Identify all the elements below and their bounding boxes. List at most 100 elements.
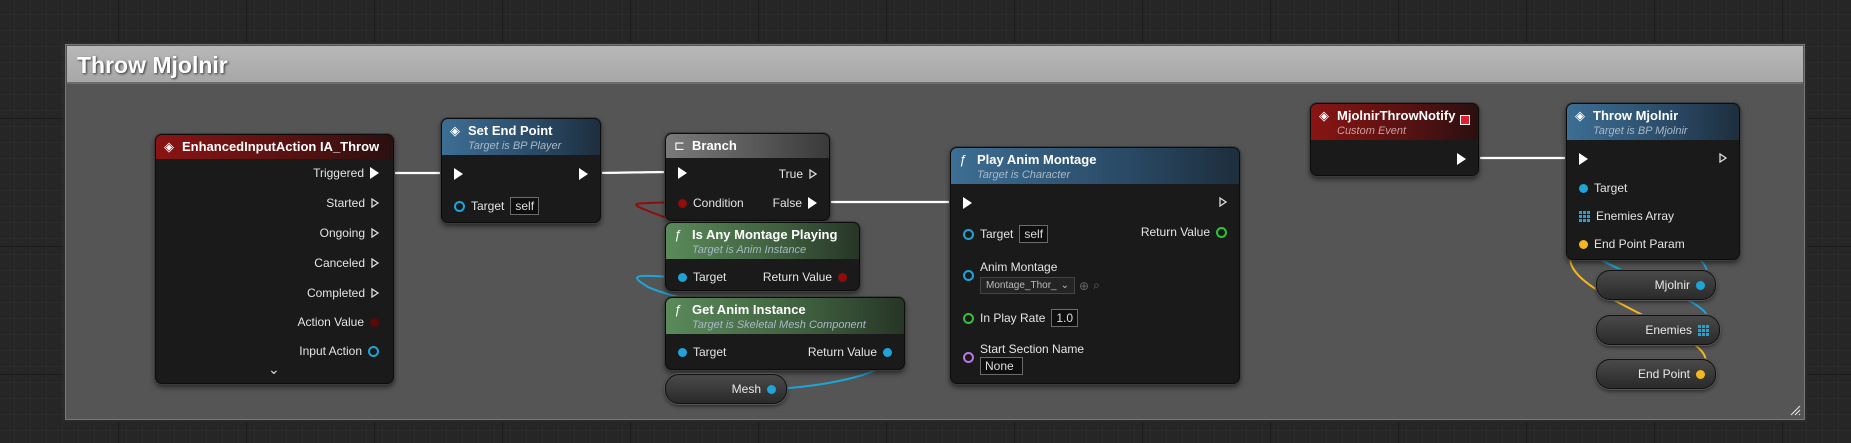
node-enhanced-input-action[interactable]: ◈ EnhancedInputAction IA_Throw Triggered… (155, 134, 394, 384)
exec-out-pin[interactable] (1219, 197, 1227, 207)
pin-return-value[interactable]: Return Value (1141, 225, 1227, 239)
pin-completed[interactable]: Completed (307, 286, 379, 300)
variable-enemies[interactable]: Enemies (1596, 315, 1720, 345)
object-pin-icon[interactable] (963, 270, 974, 281)
exec-pin-icon[interactable] (1219, 197, 1227, 207)
pin-label: Action Value (297, 315, 365, 329)
variable-end-point[interactable]: End Point (1596, 359, 1716, 389)
play-rate-field[interactable]: 1.0 (1051, 309, 1079, 327)
exec-pin-icon[interactable] (1579, 153, 1588, 165)
array-pin-icon[interactable] (1698, 324, 1709, 336)
function-icon: ◈ (450, 123, 460, 138)
use-selected-icon[interactable]: ⊕ (1079, 279, 1089, 293)
resize-handle-icon[interactable] (1789, 404, 1801, 416)
pin-label: End Point Param (1594, 237, 1685, 251)
pin-end-point-param[interactable]: End Point Param (1579, 237, 1685, 251)
object-pin-icon[interactable] (883, 347, 892, 357)
pin-anim-montage[interactable]: Anim Montage Montage_Thor_ ⌄ ⊕ ⌕ (963, 260, 1100, 294)
object-pin-icon[interactable] (963, 228, 974, 240)
delegate-pin-icon[interactable] (1460, 115, 1470, 125)
exec-pin-icon[interactable] (371, 258, 379, 268)
comment-header[interactable]: Throw Mjolnir (67, 46, 1803, 84)
exec-pin-icon[interactable] (678, 167, 687, 179)
struct-pin-icon[interactable] (1579, 239, 1588, 249)
exec-out-pin[interactable] (579, 168, 588, 180)
exec-out-pin[interactable] (1719, 153, 1727, 163)
target-value-field[interactable]: self (1019, 225, 1049, 243)
pin-label: Target (980, 227, 1014, 241)
node-mjolnir-throw-notify[interactable]: ◈ MjolnirThrowNotify Custom Event (1310, 103, 1479, 176)
variable-mjolnir[interactable]: Mjolnir (1596, 270, 1716, 300)
node-get-anim-instance[interactable]: ƒ Get Anim Instance Target is Skeletal M… (665, 297, 905, 370)
float-pin-icon[interactable] (963, 312, 974, 324)
pin-ongoing[interactable]: Ongoing (320, 226, 379, 240)
pin-return-value[interactable]: Return Value (763, 270, 847, 284)
expand-chevron-icon[interactable]: ⌄ (268, 361, 280, 378)
object-pin-icon[interactable] (1696, 280, 1705, 290)
exec-pin-icon[interactable] (371, 288, 379, 298)
pin-label: Enemies Array (1596, 209, 1675, 223)
exec-in-pin[interactable] (1579, 153, 1588, 165)
pin-condition[interactable]: Condition (678, 196, 744, 210)
pin-enemies-array[interactable]: Enemies Array (1579, 209, 1674, 223)
pin-action-value[interactable]: Action Value (297, 315, 379, 329)
node-subtitle: Target is Character (977, 169, 1071, 181)
node-subtitle: Custom Event (1337, 125, 1407, 137)
float-pin-icon[interactable] (1216, 226, 1227, 238)
object-pin-icon[interactable] (454, 200, 465, 212)
node-header: ⊏ Branch (666, 134, 829, 158)
name-pin-icon[interactable] (963, 352, 974, 363)
pin-canceled[interactable]: Canceled (314, 256, 379, 270)
start-section-field[interactable]: None (980, 357, 1023, 375)
pin-target[interactable]: Target (678, 270, 726, 284)
bool-pin-icon[interactable] (678, 198, 687, 208)
pin-return-value[interactable]: Return Value (808, 345, 892, 359)
exec-pin-icon[interactable] (1719, 153, 1727, 163)
node-throw-mjolnir[interactable]: ◈ Throw Mjolnir Target is BP Mjolnir Tar… (1566, 103, 1740, 260)
array-pin-icon[interactable] (1579, 210, 1590, 222)
bool-pin-icon[interactable] (838, 272, 847, 282)
exec-pin-icon[interactable] (371, 198, 379, 208)
exec-pin-icon[interactable] (1457, 153, 1466, 165)
pin-target[interactable]: Target self (963, 225, 1049, 243)
browse-search-icon[interactable]: ⌕ (1093, 278, 1100, 293)
node-branch[interactable]: ⊏ Branch True Condition False (665, 133, 830, 221)
pin-label: Start Section Name (980, 342, 1085, 356)
exec-pin-icon[interactable] (579, 168, 588, 180)
pin-in-play-rate[interactable]: In Play Rate 1.0 (963, 309, 1079, 327)
exec-out-pin[interactable] (1457, 153, 1466, 165)
exec-pin-icon[interactable] (370, 167, 379, 179)
pin-target[interactable]: Target (1579, 181, 1627, 195)
node-play-anim-montage[interactable]: ƒ Play Anim Montage Target is Character … (950, 147, 1240, 384)
struct-pin-icon[interactable] (1696, 369, 1705, 379)
node-title: Set End Point (468, 123, 553, 138)
variable-mesh[interactable]: Mesh (665, 374, 787, 404)
node-set-end-point[interactable]: ◈ Set End Point Target is BP Player Targ… (441, 118, 601, 223)
object-pin-icon[interactable] (678, 347, 687, 357)
exec-in-pin[interactable] (454, 168, 463, 180)
node-is-any-montage-playing[interactable]: ƒ Is Any Montage Playing Target is Anim … (665, 222, 860, 291)
bool-pin-icon[interactable] (370, 317, 379, 327)
pin-triggered[interactable]: Triggered (313, 166, 379, 180)
anim-montage-dropdown[interactable]: Montage_Thor_ ⌄ (980, 277, 1075, 294)
exec-in-pin[interactable] (963, 197, 972, 209)
exec-pin-icon[interactable] (809, 169, 817, 179)
object-pin-icon[interactable] (1579, 183, 1588, 193)
exec-in-pin[interactable] (678, 167, 687, 179)
exec-pin-icon[interactable] (808, 197, 817, 209)
pin-target[interactable]: Target self (454, 197, 540, 215)
pin-true[interactable]: True (779, 167, 817, 181)
object-pin-icon[interactable] (767, 384, 776, 394)
pin-start-section-name[interactable]: Start Section Name None (963, 342, 1085, 375)
pin-input-action[interactable]: Input Action (299, 344, 379, 358)
exec-pin-icon[interactable] (963, 197, 972, 209)
object-pin-icon[interactable] (368, 345, 379, 357)
node-title: Get Anim Instance (692, 302, 806, 317)
exec-pin-icon[interactable] (454, 168, 463, 180)
exec-pin-icon[interactable] (371, 228, 379, 238)
object-pin-icon[interactable] (678, 272, 687, 282)
pin-target[interactable]: Target (678, 345, 726, 359)
pin-false[interactable]: False (773, 196, 817, 210)
target-value-field[interactable]: self (510, 197, 540, 215)
pin-started[interactable]: Started (326, 196, 379, 210)
